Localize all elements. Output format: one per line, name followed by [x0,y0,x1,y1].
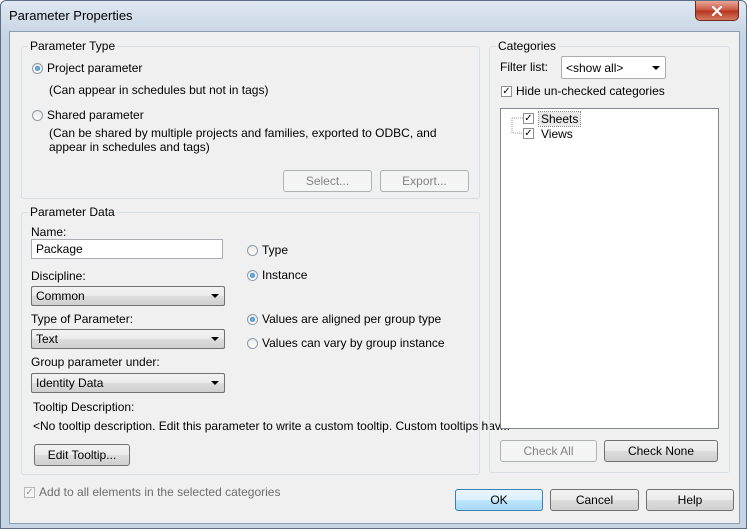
close-button[interactable] [695,1,739,21]
check-all-button[interactable]: Check All [500,440,597,462]
chevron-down-icon [211,337,219,341]
name-input[interactable]: Package [31,239,223,259]
add-to-all-checkbox[interactable]: ✓ [24,487,35,498]
dialog-window: Parameter Properties Parameter Type Proj… [0,0,747,529]
filter-list-value: <show all> [566,61,624,75]
sheets-checkbox[interactable]: ✓ [523,113,534,124]
title-bar[interactable]: Parameter Properties [1,1,746,31]
categories-tree[interactable]: ✓ Sheets ✓ Views [500,108,719,429]
categories-group: Categories Filter list: <show all> ✓ Hid… [489,39,730,473]
type-of-parameter-select[interactable]: Text [31,329,225,349]
project-parameter-description: (Can appear in schedules but not in tags… [49,83,269,97]
chevron-down-icon [211,294,219,298]
export-button[interactable]: Export... [380,170,469,192]
tooltip-description-label: Tooltip Description: [33,400,135,414]
instance-radio[interactable] [247,270,258,281]
instance-radio-label[interactable]: Instance [262,268,307,282]
edit-tooltip-button[interactable]: Edit Tooltip... [34,444,130,466]
filter-list-select[interactable]: <show all> [561,56,666,79]
select-button[interactable]: Select... [283,170,372,192]
type-radio[interactable] [247,245,258,256]
values-aligned-radio[interactable] [247,314,258,325]
parameter-type-title: Parameter Type [28,39,118,53]
filter-list-label: Filter list: [500,60,548,74]
type-of-parameter-label: Type of Parameter: [31,312,134,326]
shared-parameter-label[interactable]: Shared parameter [47,108,144,122]
parameter-data-group: Parameter Data Name: Package Discipline:… [21,205,510,475]
views-checkbox[interactable]: ✓ [523,128,534,139]
ok-button[interactable]: OK [455,489,543,511]
group-parameter-select[interactable]: Identity Data [31,373,225,393]
shared-parameter-description-line1: (Can be shared by multiple projects and … [49,126,437,140]
chevron-down-icon [652,66,660,70]
type-radio-label[interactable]: Type [262,243,288,257]
window-title: Parameter Properties [9,8,133,23]
values-aligned-label[interactable]: Values are aligned per group type [262,312,441,326]
hide-unchecked-checkbox[interactable]: ✓ [501,86,512,97]
check-none-button[interactable]: Check None [604,440,718,462]
close-icon [711,5,723,16]
add-to-all-label[interactable]: Add to all elements in the selected cate… [39,485,280,499]
help-button[interactable]: Help [646,489,734,511]
values-vary-label[interactable]: Values can vary by group instance [262,336,445,350]
project-parameter-radio[interactable] [32,63,43,74]
type-of-parameter-value: Text [36,332,59,346]
group-parameter-label: Group parameter under: [31,355,160,369]
views-label[interactable]: Views [541,127,573,141]
chevron-down-icon [211,381,219,385]
tree-lines [511,117,523,134]
shared-parameter-description-line2: appear in schedules and tags) [49,140,210,154]
shared-parameter-radio[interactable] [32,110,43,121]
cancel-button[interactable]: Cancel [550,489,639,511]
values-vary-radio[interactable] [247,338,258,349]
discipline-value: Common [36,289,85,303]
parameter-type-group: Parameter Type Project parameter (Can ap… [21,39,480,199]
dialog-client-area: Parameter Type Project parameter (Can ap… [9,31,740,524]
project-parameter-label[interactable]: Project parameter [47,61,142,75]
discipline-label: Discipline: [31,269,86,283]
sheets-label[interactable]: Sheets [537,111,582,127]
group-parameter-value: Identity Data [36,376,104,390]
tooltip-description-text: <No tooltip description. Edit this param… [33,419,510,433]
name-label: Name: [31,225,67,239]
hide-unchecked-label[interactable]: Hide un-checked categories [516,84,665,98]
discipline-select[interactable]: Common [31,286,225,306]
parameter-data-title: Parameter Data [28,205,117,219]
categories-title: Categories [496,39,559,53]
